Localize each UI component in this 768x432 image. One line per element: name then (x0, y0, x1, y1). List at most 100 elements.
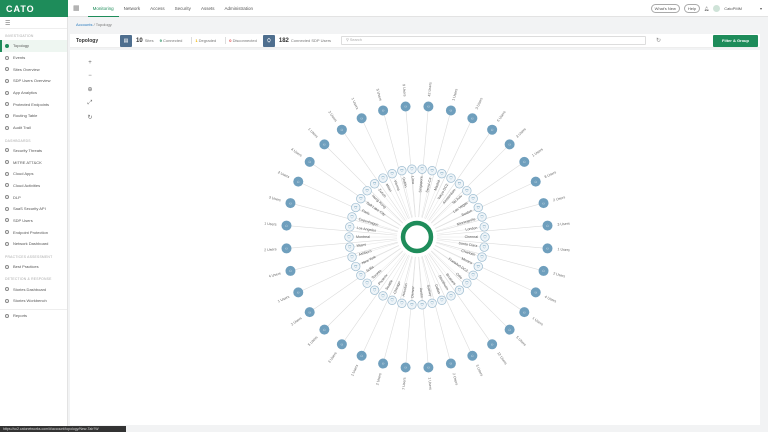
users-icon: ⚇ (285, 224, 288, 228)
user-count-label: 3 Users (475, 364, 484, 377)
user-count-label: 1 Users (557, 247, 570, 252)
shield-icon: ⛉ (440, 171, 443, 176)
site-label[interactable]: Sofia (365, 265, 374, 273)
users-icon: ⚇ (341, 128, 344, 132)
user-count-label: 2 Users (264, 247, 277, 252)
user-count-label: 5 Users (515, 335, 527, 347)
site-label[interactable]: Singapore (418, 176, 423, 193)
status-url: https://cc2.catonetworks.com/#/account/t… (0, 426, 126, 432)
shield-icon: ⛉ (382, 293, 385, 298)
link-line (298, 245, 400, 293)
user-count-label: 3 Users (515, 127, 527, 139)
users-icon: ⚇ (508, 328, 511, 332)
shield-icon: ⛉ (391, 298, 394, 303)
shield-icon: ⛉ (472, 273, 475, 278)
users-icon: ⚇ (289, 269, 292, 273)
user-count-label: 1 Users (531, 316, 544, 326)
site-label[interactable]: Montreal (356, 235, 370, 239)
users-icon: ⚇ (404, 366, 407, 370)
site-label[interactable]: Vienna (393, 179, 401, 191)
shield-icon: ⛉ (472, 196, 475, 201)
site-label[interactable]: Sydney (426, 284, 433, 297)
shield-icon: ⛉ (440, 298, 443, 303)
site-label[interactable]: Miami (356, 243, 366, 248)
site-label[interactable]: London (465, 226, 477, 232)
shield-icon: ⛉ (400, 168, 403, 173)
site-label[interactable]: Houston (401, 283, 408, 297)
users-icon: ⚇ (471, 116, 474, 120)
user-count-label: 3 Users (327, 351, 337, 364)
users-icon: ⚇ (297, 180, 300, 184)
user-count-label: 1 Users (452, 88, 459, 101)
users-icon: ⚇ (491, 343, 494, 347)
shield-icon: ⛉ (458, 181, 461, 186)
users-icon: ⚇ (491, 128, 494, 132)
users-icon: ⚇ (289, 201, 292, 205)
topology-graph: ⛉Singapore⛉Seoul-CX⛉Madrid⛉Tokyo DC2 ⛉Ams… (264, 82, 570, 390)
site-label[interactable]: Madrid (433, 179, 441, 191)
shield-icon: ⛉ (480, 254, 483, 259)
shield-icon: ⛉ (483, 224, 486, 229)
shield-icon: ⛉ (359, 273, 362, 278)
shield-icon: ⛉ (373, 181, 376, 186)
shield-icon: ⛉ (421, 167, 424, 172)
shield-icon: ⛉ (391, 171, 394, 176)
user-count-label: 2 Users (290, 316, 303, 326)
shield-icon: ⛉ (351, 214, 354, 219)
users-icon: ⚇ (360, 116, 363, 120)
site-label[interactable]: Chennai (465, 235, 479, 239)
user-count-label: 12 Users (496, 351, 508, 365)
user-count-label: 4 Users (544, 295, 557, 304)
user-count-label: 1 Users (427, 377, 432, 390)
shield-icon: ⛉ (431, 301, 434, 306)
shield-icon: ⛉ (431, 168, 434, 173)
user-count-label: 5 Users (307, 335, 319, 347)
users-icon: ⚇ (450, 362, 453, 366)
users-icon: ⚇ (308, 160, 311, 164)
site-label[interactable]: Denver (410, 285, 415, 298)
users-icon: ⚇ (323, 143, 326, 147)
users-icon: ⚇ (534, 291, 537, 295)
shield-icon: ⛉ (465, 281, 468, 286)
shield-icon: ⛉ (366, 281, 369, 286)
link-line (434, 245, 536, 293)
site-label[interactable]: Boston (461, 209, 473, 217)
site-label[interactable]: Seoul-CX (425, 176, 432, 192)
users-icon: ⚇ (360, 354, 363, 358)
users-icon: ⚇ (427, 105, 430, 109)
site-label[interactable]: Austin (419, 288, 424, 298)
cato-cloud-node[interactable] (400, 220, 434, 254)
shield-icon: ⛉ (348, 234, 351, 239)
user-count-label: 3 Users (557, 222, 570, 227)
site-label[interactable]: Charlotte (461, 249, 476, 257)
shield-icon: ⛉ (348, 245, 351, 250)
user-count-label: 1 Users (350, 97, 359, 110)
shield-icon: ⛉ (354, 264, 357, 269)
site-label[interactable]: Dallas (434, 284, 441, 295)
user-count-label: 3 Users (268, 195, 281, 202)
site-label[interactable]: Milan (385, 183, 393, 192)
users-icon: ⚇ (542, 201, 545, 205)
link-line (434, 181, 536, 229)
site-label[interactable]: Mexico (461, 257, 473, 266)
shield-icon: ⛉ (366, 188, 369, 193)
user-count-label: 1 Users (307, 127, 319, 139)
shield-icon: ⛉ (450, 176, 453, 181)
user-count-label: 2 Users (553, 272, 566, 279)
shield-icon: ⛉ (382, 176, 385, 181)
users-icon: ⚇ (523, 310, 526, 314)
shield-icon: ⛉ (458, 288, 461, 293)
site-label[interactable]: Chicago (393, 281, 402, 295)
users-icon: ⚇ (285, 247, 288, 251)
shield-icon: ⛉ (465, 188, 468, 193)
site-label[interactable]: New York (361, 255, 377, 265)
site-label[interactable]: Zurich (377, 188, 386, 198)
users-icon: ⚇ (308, 310, 311, 314)
users-icon: ⚇ (450, 109, 453, 113)
users-icon: ⚇ (404, 105, 407, 109)
users-icon: ⚇ (471, 354, 474, 358)
user-count-label: 9 Users (402, 84, 407, 97)
user-count-label: 5 Users (375, 88, 382, 101)
site-label[interactable]: Lima (410, 176, 415, 184)
site-label[interactable]: Ashburn (358, 249, 372, 257)
